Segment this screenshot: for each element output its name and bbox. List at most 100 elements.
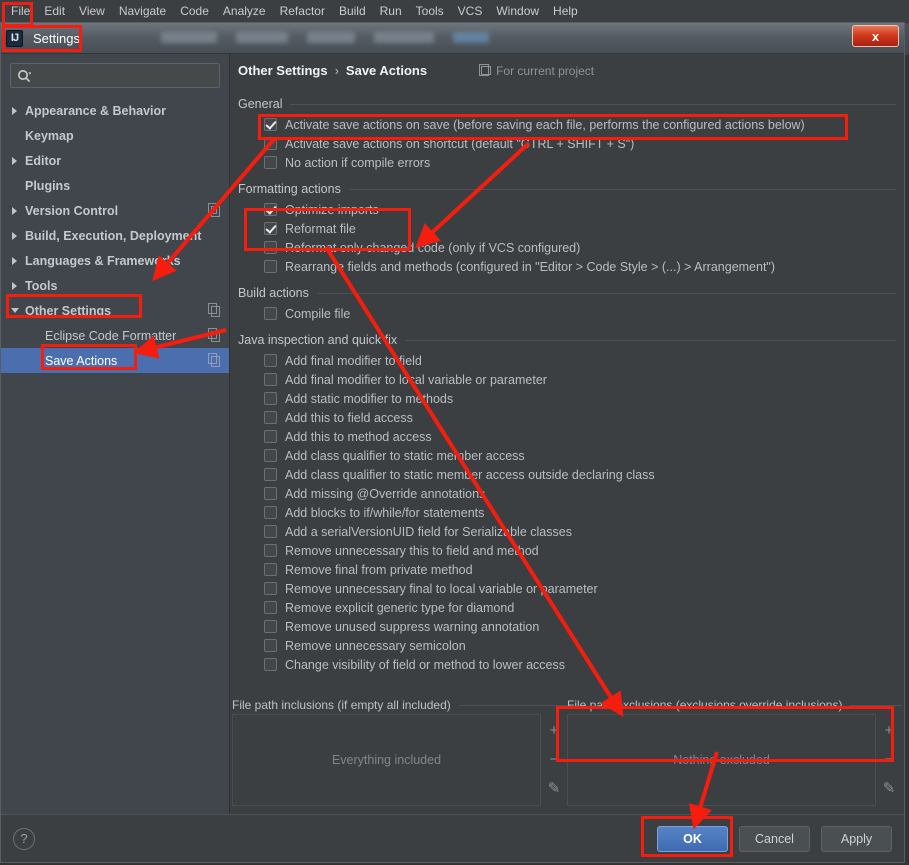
close-icon[interactable]: x bbox=[852, 25, 899, 47]
help-icon[interactable]: ? bbox=[13, 827, 35, 850]
chevron-right-icon[interactable] bbox=[8, 106, 21, 115]
option-row[interactable]: Remove unnecessary final to local variab… bbox=[238, 579, 896, 598]
checkbox-unchecked-icon[interactable] bbox=[264, 544, 277, 557]
inclusions-list[interactable]: Everything included bbox=[232, 714, 541, 806]
menu-view[interactable]: View bbox=[72, 1, 112, 21]
option-row[interactable]: Remove unused suppress warning annotatio… bbox=[238, 617, 896, 636]
menu-vcs[interactable]: VCS bbox=[451, 1, 490, 21]
sidebar-item-languages-frameworks[interactable]: Languages & Frameworks bbox=[1, 248, 229, 273]
checkbox-unchecked-icon[interactable] bbox=[264, 525, 277, 538]
menu-tools[interactable]: Tools bbox=[409, 1, 451, 21]
sidebar-item-appearance-behavior[interactable]: Appearance & Behavior bbox=[1, 98, 229, 123]
chevron-right-icon[interactable] bbox=[8, 156, 21, 165]
option-row[interactable]: Add blocks to if/while/for statements bbox=[238, 503, 896, 522]
checkbox-unchecked-icon[interactable] bbox=[264, 506, 277, 519]
breadcrumb-parent[interactable]: Other Settings bbox=[238, 63, 328, 78]
option-row[interactable]: Activate save actions on save (before sa… bbox=[238, 115, 896, 134]
option-row[interactable]: Remove explicit generic type for diamond bbox=[238, 598, 896, 617]
option-row[interactable]: Change visibility of field or method to … bbox=[238, 655, 896, 674]
sidebar-item-keymap[interactable]: Keymap bbox=[1, 123, 229, 148]
copy-settings-icon[interactable] bbox=[208, 353, 220, 367]
exclusions-list[interactable]: Nothing excluded bbox=[567, 714, 876, 806]
dialog-title-bar[interactable]: IJ Settings x bbox=[1, 23, 904, 54]
option-row[interactable]: Add static modifier to methods bbox=[238, 389, 896, 408]
chevron-right-icon[interactable] bbox=[8, 281, 21, 290]
option-row[interactable]: Add a serialVersionUID field for Seriali… bbox=[238, 522, 896, 541]
ok-button[interactable]: OK bbox=[657, 825, 728, 852]
checkbox-unchecked-icon[interactable] bbox=[264, 449, 277, 462]
chevron-down-icon[interactable] bbox=[8, 308, 21, 313]
search-input[interactable] bbox=[36, 67, 213, 84]
checkbox-unchecked-icon[interactable] bbox=[264, 639, 277, 652]
option-row[interactable]: Optimize imports bbox=[238, 200, 896, 219]
checkbox-unchecked-icon[interactable] bbox=[264, 658, 277, 671]
add-inclusion-button[interactable]: + bbox=[550, 723, 559, 738]
checkbox-unchecked-icon[interactable] bbox=[264, 354, 277, 367]
option-row[interactable]: Rearrange fields and methods (configured… bbox=[238, 257, 896, 276]
menu-window[interactable]: Window bbox=[489, 1, 546, 21]
cancel-button[interactable]: Cancel bbox=[739, 825, 810, 852]
formatting-options[interactable]: Optimize imports Reformat file Reformat on… bbox=[238, 200, 896, 276]
copy-settings-icon[interactable] bbox=[208, 328, 220, 342]
menu-file[interactable]: File bbox=[4, 1, 37, 21]
checkbox-unchecked-icon[interactable] bbox=[264, 307, 277, 320]
copy-settings-icon[interactable] bbox=[208, 303, 220, 317]
option-row[interactable]: Add final modifier to local variable or … bbox=[238, 370, 896, 389]
menu-edit[interactable]: Edit bbox=[37, 1, 72, 21]
chevron-right-icon[interactable] bbox=[8, 231, 21, 240]
option-row[interactable]: Remove unnecessary semicolon bbox=[238, 636, 896, 655]
general-options[interactable]: Activate save actions on save (before sa… bbox=[238, 115, 896, 172]
menu-navigate[interactable]: Navigate bbox=[112, 1, 173, 21]
copy-settings-icon[interactable] bbox=[208, 203, 220, 217]
checkbox-unchecked-icon[interactable] bbox=[264, 601, 277, 614]
option-row[interactable]: Add class qualifier to static member acc… bbox=[238, 446, 896, 465]
checkbox-unchecked-icon[interactable] bbox=[264, 563, 277, 576]
sidebar-item-other-settings[interactable]: Other Settings bbox=[1, 298, 229, 323]
option-row[interactable]: No action if compile errors bbox=[238, 153, 896, 172]
ide-menu-bar[interactable]: File Edit View Navigate Code Analyze Ref… bbox=[0, 0, 909, 23]
checkbox-checked-icon[interactable] bbox=[264, 203, 277, 216]
checkbox-checked-icon[interactable] bbox=[264, 222, 277, 235]
remove-inclusion-button[interactable]: − bbox=[550, 752, 559, 767]
checkbox-unchecked-icon[interactable] bbox=[264, 430, 277, 443]
option-row[interactable]: Reformat only changed code (only if VCS … bbox=[238, 238, 896, 257]
sidebar-item-build-execution-deployment[interactable]: Build, Execution, Deployment bbox=[1, 223, 229, 248]
checkbox-unchecked-icon[interactable] bbox=[264, 620, 277, 633]
add-exclusion-button[interactable]: + bbox=[885, 723, 894, 738]
checkbox-unchecked-icon[interactable] bbox=[264, 487, 277, 500]
option-row[interactable]: Add this to method access bbox=[238, 427, 896, 446]
sidebar-item-eclipse-code-formatter[interactable]: Eclipse Code Formatter bbox=[1, 323, 229, 348]
menu-analyze[interactable]: Analyze bbox=[216, 1, 273, 21]
option-row[interactable]: Add class qualifier to static member acc… bbox=[238, 465, 896, 484]
option-row[interactable]: Remove unnecessary this to field and met… bbox=[238, 541, 896, 560]
checkbox-checked-icon[interactable] bbox=[264, 118, 277, 131]
checkbox-unchecked-icon[interactable] bbox=[264, 468, 277, 481]
search-box[interactable] bbox=[10, 63, 220, 88]
checkbox-unchecked-icon[interactable] bbox=[264, 392, 277, 405]
edit-inclusion-button[interactable]: ✎ bbox=[548, 781, 561, 796]
chevron-right-icon[interactable] bbox=[8, 206, 21, 215]
menu-build[interactable]: Build bbox=[332, 1, 373, 21]
menu-refactor[interactable]: Refactor bbox=[273, 1, 332, 21]
sidebar-item-plugins[interactable]: Plugins bbox=[1, 173, 229, 198]
checkbox-unchecked-icon[interactable] bbox=[264, 241, 277, 254]
option-row[interactable]: Activate save actions on shortcut (defau… bbox=[238, 134, 896, 153]
checkbox-unchecked-icon[interactable] bbox=[264, 411, 277, 424]
option-row[interactable]: Reformat file bbox=[238, 219, 896, 238]
sidebar-item-version-control[interactable]: Version Control bbox=[1, 198, 229, 223]
checkbox-unchecked-icon[interactable] bbox=[264, 156, 277, 169]
menu-help[interactable]: Help bbox=[546, 1, 585, 21]
menu-code[interactable]: Code bbox=[173, 1, 216, 21]
sidebar-item-tools[interactable]: Tools bbox=[1, 273, 229, 298]
edit-exclusion-button[interactable]: ✎ bbox=[883, 781, 896, 796]
sidebar-item-save-actions[interactable]: Save Actions bbox=[1, 348, 229, 373]
checkbox-unchecked-icon[interactable] bbox=[264, 260, 277, 273]
option-row[interactable]: Add missing @Override annotations bbox=[238, 484, 896, 503]
option-row[interactable]: Add final modifier to field bbox=[238, 351, 896, 370]
option-row[interactable]: Add this to field access bbox=[238, 408, 896, 427]
checkbox-unchecked-icon[interactable] bbox=[264, 137, 277, 150]
chevron-right-icon[interactable] bbox=[8, 256, 21, 265]
sidebar-item-editor[interactable]: Editor bbox=[1, 148, 229, 173]
settings-tree[interactable]: Appearance & Behavior Keymap Editor Plugins… bbox=[1, 98, 229, 814]
option-row[interactable]: Remove final from private method bbox=[238, 560, 896, 579]
